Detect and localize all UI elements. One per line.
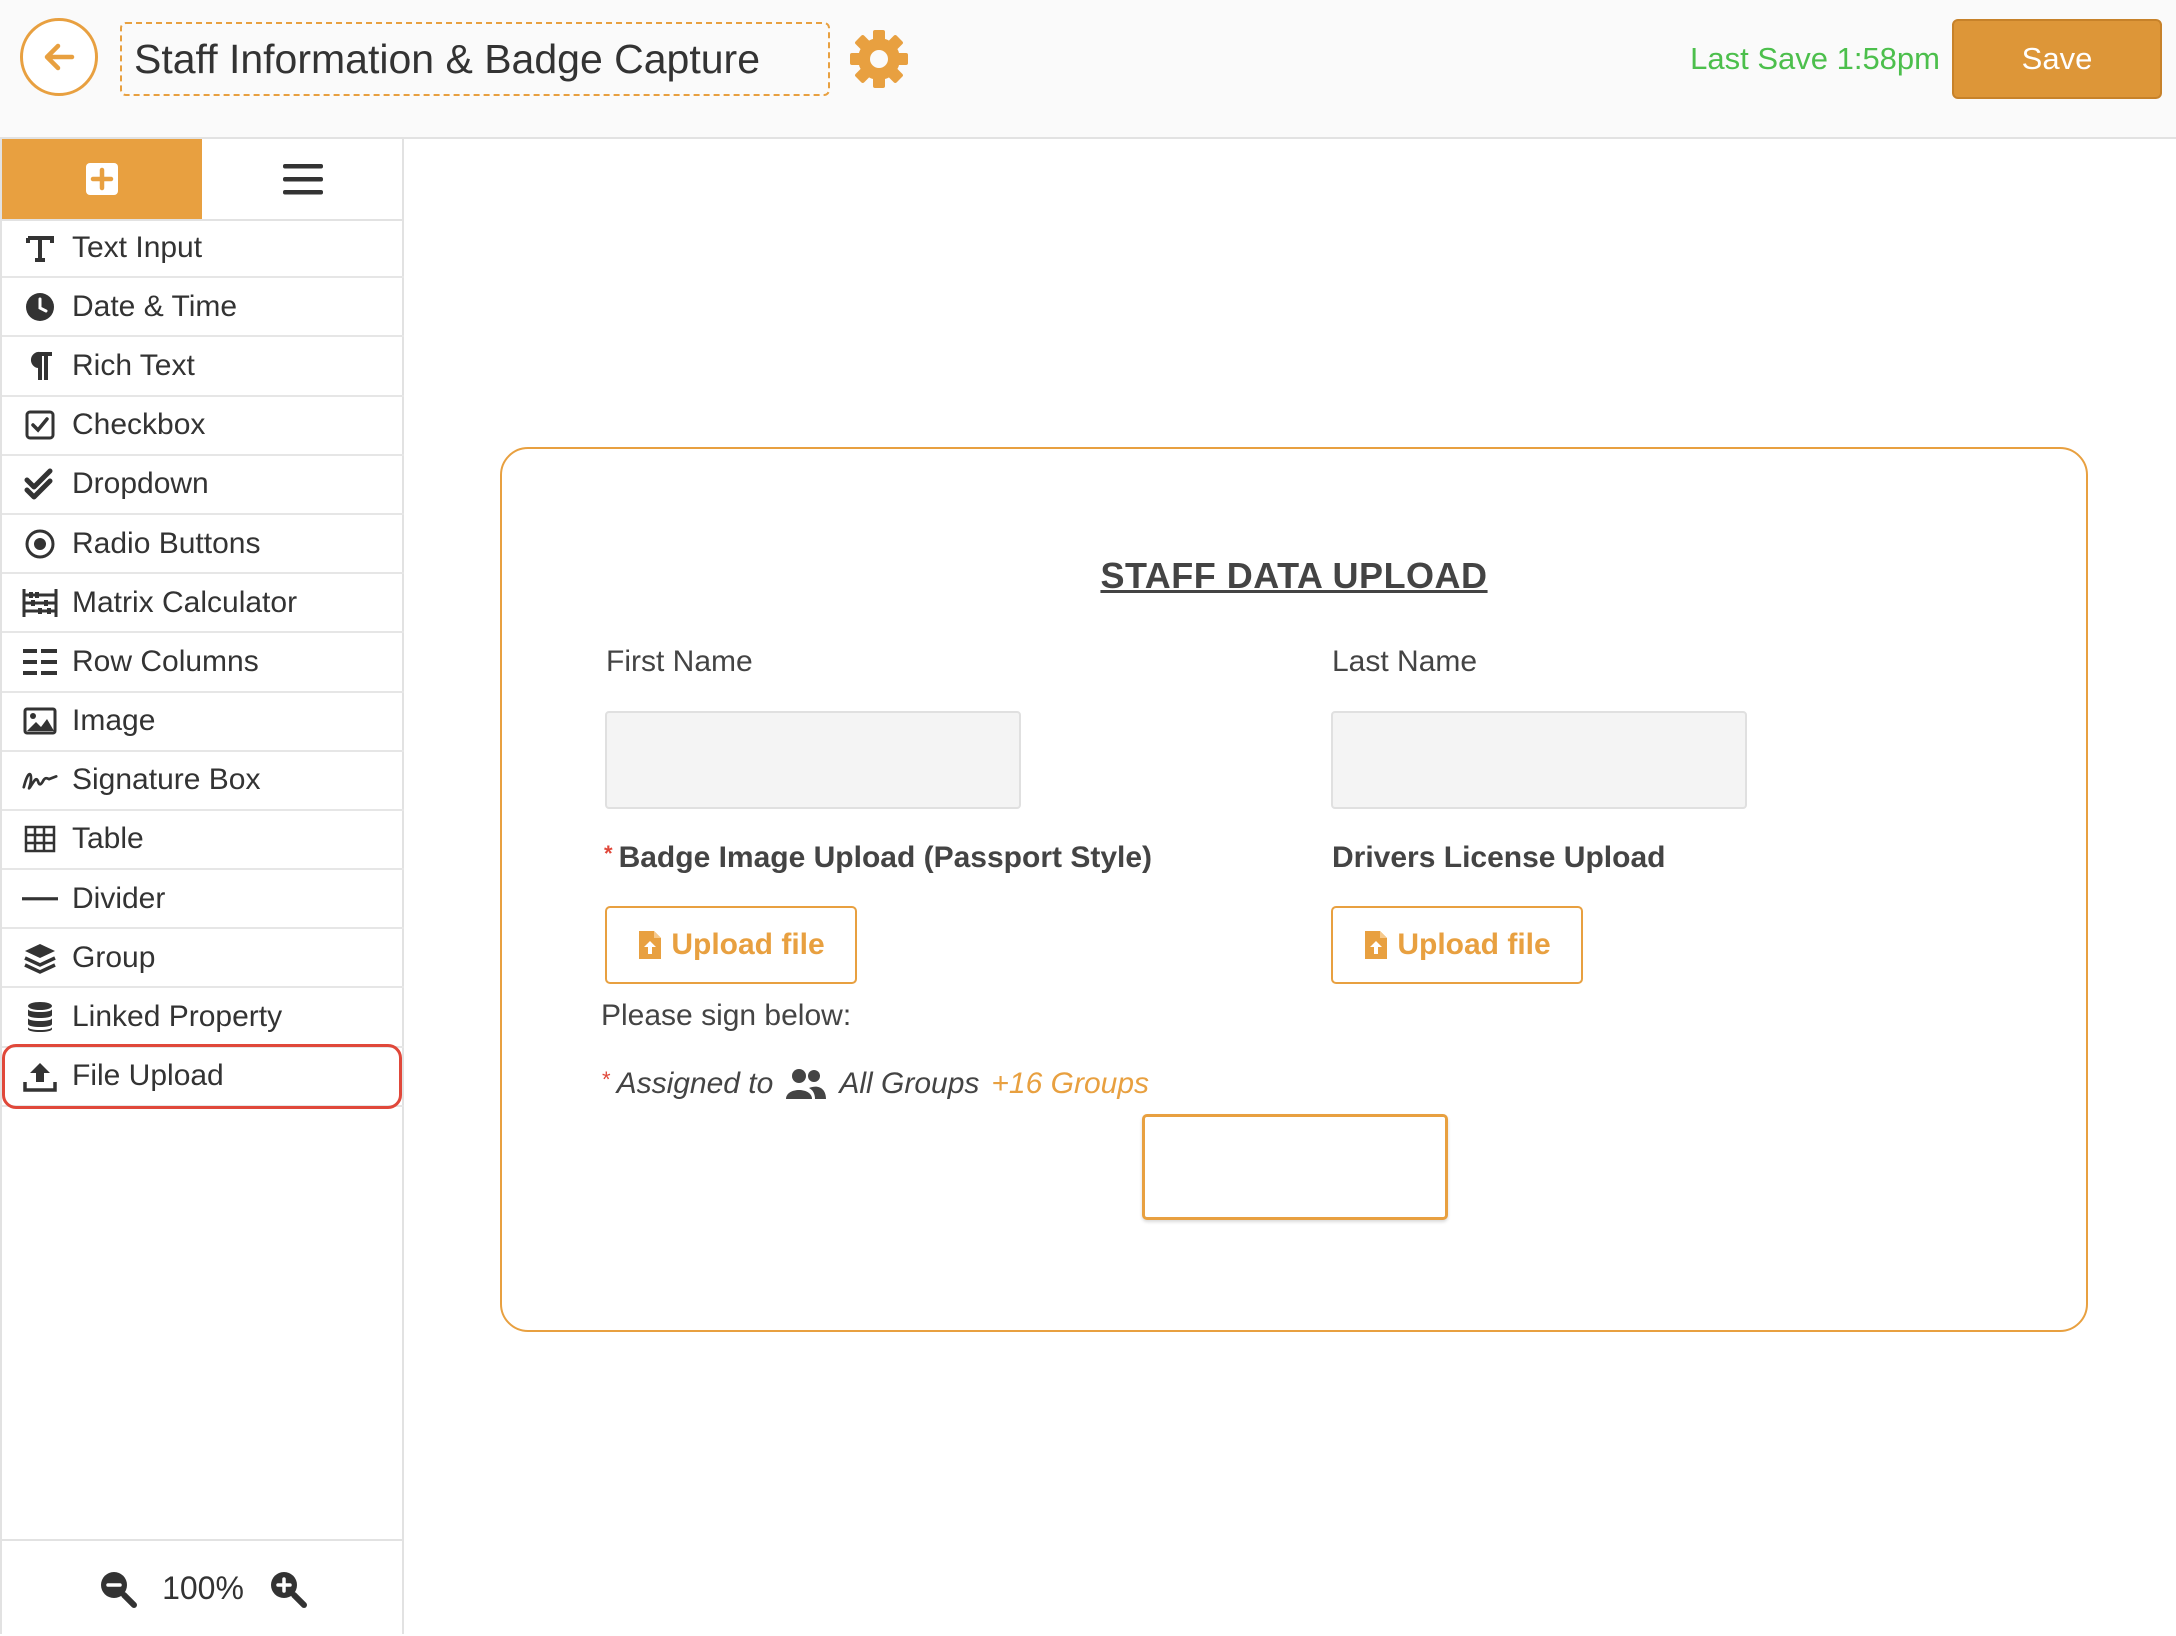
radio-icon — [25, 529, 55, 559]
sidebar-item-file-upload[interactable]: File Upload — [2, 1043, 404, 1110]
divider-icon — [22, 896, 58, 901]
sidebar-item-radio-buttons[interactable]: Radio Buttons — [2, 515, 404, 575]
tab-outline[interactable] — [202, 139, 404, 219]
abacus-icon — [22, 588, 58, 617]
sidebar-item-dropdown[interactable]: Dropdown — [2, 456, 404, 515]
upload-button-label: Upload file — [671, 928, 825, 961]
users-icon — [786, 1069, 827, 1099]
assigned-groups[interactable]: All Groups — [839, 1067, 979, 1101]
form-title-text: Staff Information & Badge Capture — [134, 35, 761, 82]
sidebar-item-label: Table — [72, 822, 144, 856]
form-title-input[interactable]: Staff Information & Badge Capture — [120, 22, 830, 96]
first-name-label: First Name — [606, 645, 753, 678]
badge-upload-label-text: Badge Image Upload (Passport Style) — [618, 841, 1153, 874]
last-name-label: Last Name — [1332, 645, 1478, 678]
top-toolbar: Staff Information & Badge Capture Last S… — [0, 0, 2176, 139]
sidebar-item-label: Rich Text — [72, 348, 195, 382]
sidebar-item-label: Dropdown — [72, 467, 209, 501]
back-button[interactable] — [20, 18, 98, 96]
sidebar-item-text-input[interactable]: Text Input — [2, 219, 404, 279]
sidebar-item-checkbox[interactable]: Checkbox — [2, 397, 404, 456]
sidebar-item-table[interactable]: Table — [2, 811, 404, 871]
sidebar-item-label: Divider — [72, 881, 166, 915]
sidebar-item-date-time[interactable]: Date & Time — [2, 278, 404, 338]
last-name-field[interactable] — [1331, 711, 1747, 809]
sidebar-item-divider[interactable]: Divider — [2, 870, 404, 930]
required-asterisk: * — [604, 841, 613, 866]
upload-icon — [23, 1063, 57, 1092]
sidebar-tabs — [2, 139, 404, 221]
paragraph-icon — [30, 351, 52, 380]
sidebar-item-row-columns[interactable]: Row Columns — [2, 633, 404, 693]
license-upload-button[interactable]: Upload file — [1331, 906, 1583, 984]
table-icon — [24, 826, 56, 853]
sidebar-item-label: Text Input — [72, 230, 203, 264]
hamburger-list-icon — [283, 164, 323, 195]
license-upload-label: Drivers License Upload — [1332, 841, 1666, 874]
zoom-controls: 100% — [2, 1539, 404, 1636]
upload-button-label: Upload file — [1397, 928, 1551, 961]
form-canvas-card[interactable]: STAFF DATA UPLOAD First Name Last Name *… — [500, 447, 2088, 1332]
signature-icon — [22, 773, 58, 790]
save-button[interactable]: Save — [1952, 19, 2162, 99]
assigned-to-row: * Assigned to All Groups +16 Groups — [602, 1067, 1149, 1101]
sidebar-item-label: Signature Box — [72, 763, 261, 797]
gear-icon[interactable] — [846, 26, 912, 92]
sidebar-item-label: Matrix Calculator — [72, 585, 298, 619]
badge-upload-label: * Badge Image Upload (Passport Style) — [604, 841, 1152, 875]
database-icon — [28, 1002, 52, 1033]
sidebar-item-label: Radio Buttons — [72, 526, 261, 560]
sidebar-item-label: File Upload — [72, 1059, 224, 1093]
assigned-more-groups[interactable]: +16 Groups — [991, 1067, 1149, 1101]
file-upload-icon — [639, 931, 662, 959]
sidebar-item-matrix-calculator[interactable]: Matrix Calculator — [2, 574, 404, 634]
sidebar-item-label: Linked Property — [72, 1000, 283, 1034]
sidebar-item-label: Checkbox — [72, 408, 206, 442]
component-list: Text Input Date & Time Rich Text Checkbo… — [2, 219, 404, 1110]
signature-box[interactable] — [1142, 1114, 1448, 1220]
sidebar-item-rich-text[interactable]: Rich Text — [2, 337, 404, 397]
sidebar-item-label: Group — [72, 940, 156, 974]
file-upload-icon — [1365, 931, 1388, 959]
tab-add-components[interactable] — [2, 139, 202, 219]
double-check-icon — [24, 468, 53, 500]
sidebar-item-label: Row Columns — [72, 644, 259, 678]
required-asterisk: * — [602, 1067, 611, 1092]
sidebar-item-label: Date & Time — [72, 289, 238, 323]
clock-icon — [26, 292, 54, 321]
last-save-status: Last Save 1:58pm — [1690, 41, 1940, 76]
component-sidebar: Text Input Date & Time Rich Text Checkbo… — [0, 139, 404, 1634]
checkbox-icon — [25, 410, 55, 440]
zoom-level: 100% — [162, 1570, 244, 1606]
columns-icon — [23, 648, 57, 675]
sign-prompt-text: Please sign below: — [601, 999, 852, 1032]
sidebar-item-group[interactable]: Group — [2, 929, 404, 989]
zoom-in-icon[interactable] — [268, 1569, 308, 1609]
first-name-field[interactable] — [605, 711, 1021, 809]
zoom-out-icon[interactable] — [98, 1569, 138, 1609]
sidebar-item-signature-box[interactable]: Signature Box — [2, 752, 404, 811]
badge-upload-button[interactable]: Upload file — [605, 906, 857, 984]
assigned-label: Assigned to — [616, 1067, 774, 1100]
image-icon — [23, 707, 57, 735]
arrow-left-icon — [44, 43, 75, 71]
plus-square-icon — [86, 163, 118, 195]
layers-icon — [24, 943, 56, 974]
sidebar-item-label: Image — [72, 704, 156, 738]
sidebar-item-linked-property[interactable]: Linked Property — [2, 988, 404, 1048]
text-t-icon — [26, 235, 54, 262]
sidebar-item-image[interactable]: Image — [2, 693, 404, 752]
form-heading: STAFF DATA UPLOAD — [1100, 555, 1488, 596]
